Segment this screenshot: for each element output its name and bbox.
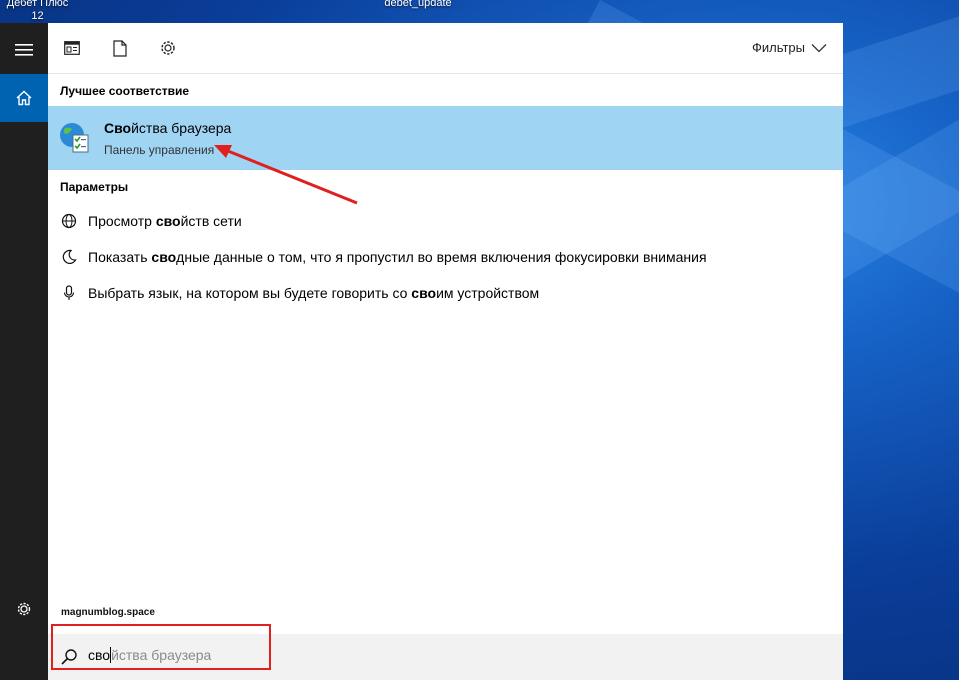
start-rail (0, 23, 48, 680)
microphone-icon (60, 284, 78, 302)
best-match-result[interactable]: Свойства браузера Панель управления (48, 106, 843, 170)
document-icon (113, 39, 127, 57)
documents-filter-button[interactable] (110, 38, 130, 58)
label-part: йств сети (180, 213, 242, 229)
home-button[interactable] (0, 74, 48, 122)
best-match-subtitle: Панель управления (104, 143, 215, 157)
settings-result-label: Просмотр свойств сети (88, 213, 242, 229)
toolbar-divider (48, 73, 843, 74)
search-box[interactable]: свойства браузера (48, 634, 843, 680)
label-match: сво (411, 285, 437, 301)
moon-icon (60, 248, 78, 266)
label-part: дные данные о том, что я пропустил во вр… (176, 249, 707, 265)
filters-dropdown[interactable]: Фильтры (752, 40, 827, 55)
search-toolbar: Фильтры (48, 23, 843, 73)
settings-result-label: Показать сводные данные о том, что я про… (88, 249, 707, 265)
settings-result-focus-assist[interactable]: Показать сводные данные о том, что я про… (48, 239, 843, 275)
settings-icon (17, 602, 31, 616)
search-icon (61, 649, 77, 665)
settings-icon (161, 41, 175, 55)
desktop-icon-label-2[interactable]: debet_update (370, 0, 466, 9)
menu-icon (15, 44, 33, 56)
menu-button[interactable] (0, 26, 48, 74)
settings-heading: Параметры (60, 180, 129, 194)
watermark-site: magnumblog.space (61, 607, 155, 618)
label-match: сво (151, 249, 177, 265)
search-panel: Фильтры Лучшее соответствие Свойства бра… (48, 23, 843, 680)
internet-options-icon (60, 123, 89, 153)
search-typed-text: сво (88, 647, 111, 663)
search-autocomplete: йства браузера (111, 647, 212, 663)
best-match-title-match: Сво (104, 120, 132, 136)
search-input[interactable]: свойства браузера (88, 647, 211, 663)
settings-result-speech-language[interactable]: Выбрать язык, на котором вы будете говор… (48, 275, 843, 311)
apps-icon (64, 41, 80, 55)
settings-button[interactable] (0, 585, 48, 633)
best-match-title: Свойства браузера (104, 120, 231, 136)
globe-icon (60, 212, 78, 230)
desktop-icon-label-line2: 12 (31, 10, 44, 22)
label-part: Показать (88, 249, 152, 265)
best-match-heading: Лучшее соответствие (60, 84, 190, 98)
chevron-down-icon (811, 43, 827, 52)
settings-filter-button[interactable] (158, 38, 178, 58)
settings-result-label: Выбрать язык, на котором вы будете говор… (88, 285, 539, 301)
desktop-icon-label[interactable]: Дебет Плюс 12 (0, 0, 75, 23)
home-icon (16, 90, 32, 106)
label-match: сво (155, 213, 181, 229)
label-part: Выбрать язык, на котором вы будете говор… (88, 285, 412, 301)
apps-filter-button[interactable] (62, 38, 82, 58)
settings-result-network[interactable]: Просмотр свойств сети (48, 203, 843, 239)
best-match-title-rest: йства браузера (131, 120, 232, 136)
desktop-icon-label-line1: Дебет Плюс (6, 0, 69, 9)
label-part: им устройством (436, 285, 540, 301)
label-part: Просмотр (88, 213, 156, 229)
filters-label: Фильтры (751, 40, 805, 55)
